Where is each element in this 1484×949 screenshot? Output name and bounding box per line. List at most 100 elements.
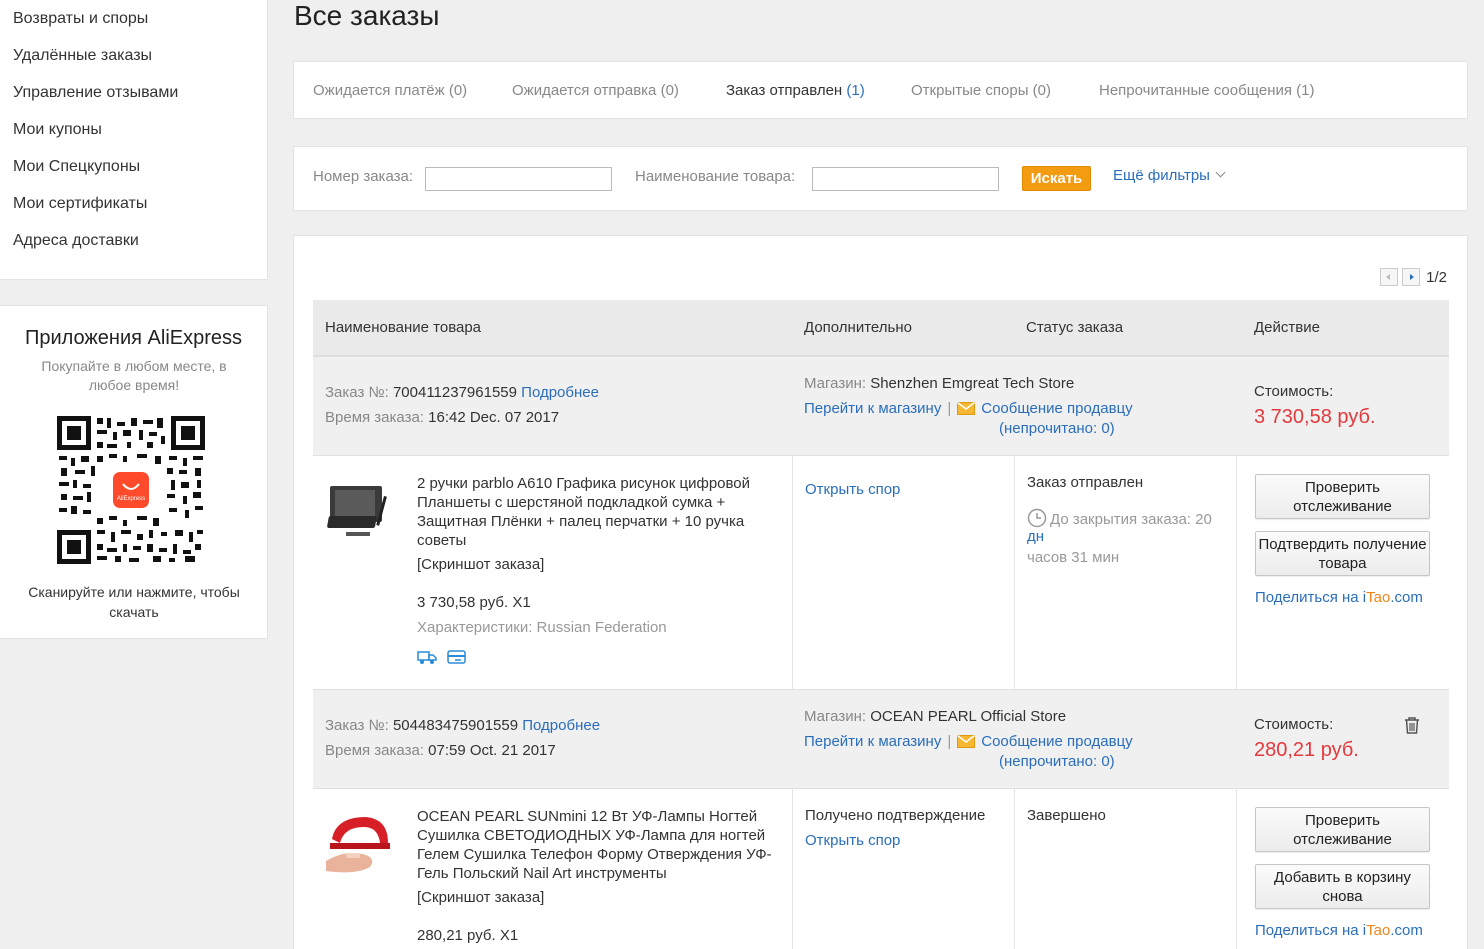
countdown-prefix: До закрытия заказа: 20 — [1050, 511, 1212, 528]
order-number-label: Номер заказа: — [313, 168, 414, 185]
tab-label: Ожидается отправка — [512, 82, 657, 99]
product-specs: Характеристики: Russian Federation — [417, 619, 667, 636]
order-time-label: Время заказа: — [325, 742, 424, 759]
order-number: Заказ №: 700411237961559 Подробнее — [325, 384, 599, 401]
more-filters-link[interactable]: Ещё фильтры — [1113, 167, 1226, 184]
order-time: Время заказа: 16:42 Dec. 07 2017 — [325, 409, 559, 426]
share-itao-link[interactable]: Поделиться на iTao.com — [1255, 589, 1423, 606]
go-to-store-link[interactable]: Перейти к магазину — [804, 400, 941, 417]
sidebar-item-my-certificates[interactable]: Мои сертификаты — [13, 195, 147, 213]
product-name-label: Наименование товара: — [635, 168, 796, 185]
cost-label: Стоимость: — [1254, 383, 1334, 400]
confirm-receipt-button[interactable]: Подтвердить получение товара — [1255, 531, 1430, 576]
tab-label: Заказ отправлен — [726, 82, 843, 99]
trash-icon[interactable] — [1403, 715, 1421, 735]
share-brand-com: .com — [1390, 589, 1423, 606]
search-button[interactable]: Искать — [1022, 166, 1091, 191]
sidebar-item-my-coupons[interactable]: Мои купоны — [13, 121, 102, 139]
message-seller-link[interactable]: Сообщение продавцу — [981, 400, 1132, 417]
tab-awaiting-payment[interactable]: Ожидается платёж (0) — [313, 82, 467, 99]
price-quantity: 280,21 руб. X1 — [417, 927, 519, 944]
sidebar-item-my-special-coupons[interactable]: Мои Спецкупоны — [13, 158, 140, 176]
payment-card-icon — [447, 650, 466, 664]
tab-count: (0) — [448, 82, 468, 99]
order-snapshot-link[interactable]: [Скриншот заказа] — [417, 889, 544, 906]
open-dispute-link[interactable]: Открыть спор — [805, 481, 900, 498]
check-tracking-button[interactable]: Проверить отслеживание — [1255, 807, 1430, 852]
qr-code-icon[interactable]: AliExpress — [57, 416, 205, 564]
order-cost: 3 730,58 руб. — [1254, 406, 1376, 428]
order-number: Заказ №: 504483475901559 Подробнее — [325, 717, 600, 734]
tab-label: Открытые споры — [911, 82, 1029, 99]
tab-unread-messages[interactable]: Непрочитанные сообщения (1) — [1099, 82, 1315, 99]
unread-prefix: (непрочитано: — [999, 753, 1102, 770]
tab-awaiting-shipment[interactable]: Ожидается отправка (0) — [512, 82, 679, 99]
mail-icon — [957, 402, 976, 415]
order-details-link[interactable]: Подробнее — [522, 717, 600, 734]
header-status: Статус заказа — [1026, 319, 1124, 336]
link-separator: | — [947, 400, 952, 417]
app-promo-subtitle: Покупайте в любом месте, в любое время! — [41, 358, 227, 393]
store-info: Магазин: OCEAN PEARL Official Store — [804, 708, 1066, 725]
clock-icon — [1027, 508, 1047, 528]
column-divider — [1236, 789, 1237, 949]
product-name-input[interactable] — [812, 167, 999, 191]
header-action: Действие — [1254, 319, 1320, 336]
product-title[interactable]: 2 ручки parblo A610 Графика рисунок цифр… — [417, 474, 782, 550]
app-scan-text[interactable]: Сканируйте или нажмите, чтобы скачать — [20, 582, 248, 622]
sidebar-item-shipping-addresses[interactable]: Адреса доставки — [13, 232, 139, 250]
order-details-link[interactable]: Подробнее — [521, 384, 599, 401]
countdown-days: дн — [1027, 528, 1045, 545]
app-promo-panel: Приложения AliExpress Покупайте в любом … — [0, 305, 268, 639]
column-divider — [1014, 789, 1015, 949]
unread-count: 0 — [1101, 753, 1110, 770]
store-label: Магазин: — [804, 708, 867, 725]
message-seller-link[interactable]: Сообщение продавцу — [981, 733, 1132, 750]
extra-column: Открыть спор — [805, 832, 900, 849]
column-divider — [1014, 456, 1015, 689]
store-info: Магазин: Shenzhen Emgreat Tech Store — [804, 375, 1074, 392]
share-itao-link[interactable]: Поделиться на iTao.com — [1255, 922, 1423, 939]
table-header: Наименование товара Дополнительно Статус… — [313, 300, 1449, 356]
sidebar-item-manage-reviews[interactable]: Управление отзывами — [13, 84, 178, 102]
check-tracking-button[interactable]: Проверить отслеживание — [1255, 474, 1430, 519]
product-thumbnail[interactable] — [326, 809, 394, 877]
column-divider — [792, 456, 793, 689]
tab-open-disputes[interactable]: Открытые споры (0) — [911, 82, 1051, 99]
open-dispute-link[interactable]: Открыть спор — [805, 832, 900, 849]
tab-count: (0) — [660, 82, 679, 99]
unread-prefix: (непрочитано: — [999, 420, 1102, 437]
countdown-rest: часов 31 мин — [1027, 549, 1120, 566]
add-to-cart-again-button[interactable]: Добавить в корзину снова — [1255, 864, 1430, 909]
orders-panel: 1/2 Наименование товара Дополнительно Ст… — [293, 235, 1468, 949]
tab-order-shipped[interactable]: Заказ отправлен (1) — [726, 82, 865, 99]
tab-count: (0) — [1032, 82, 1051, 99]
price-quantity: 3 730,58 руб. X1 — [417, 594, 531, 611]
sidebar-item-returns-disputes[interactable]: Возвраты и споры — [13, 10, 148, 28]
product-thumbnail[interactable] — [326, 476, 394, 544]
header-product: Наименование товара — [325, 319, 482, 336]
order-header: Заказ №: 700411237961559 Подробнее Время… — [313, 356, 1449, 456]
unread-messages[interactable]: (непрочитано: 0) — [999, 420, 1115, 437]
tab-count: (1) — [846, 82, 865, 99]
unread-suffix: ) — [1109, 753, 1115, 770]
order-number-value: 700411237961559 — [392, 384, 517, 401]
next-page-icon[interactable] — [1402, 268, 1421, 286]
go-to-store-link[interactable]: Перейти к магазину — [804, 733, 941, 750]
order-time-label: Время заказа: — [325, 409, 424, 426]
share-brand-tao: Tao — [1366, 922, 1391, 939]
order-snapshot-link[interactable]: [Скриншот заказа] — [417, 556, 544, 573]
tab-count: (1) — [1296, 82, 1315, 99]
unread-messages[interactable]: (непрочитано: 0) — [999, 753, 1115, 770]
product-title[interactable]: OCEAN PEARL SUNmini 12 Вт УФ-Лампы Ногте… — [417, 807, 782, 883]
order-number-input[interactable] — [425, 167, 612, 191]
tab-label: Непрочитанные сообщения — [1099, 82, 1292, 99]
page-indicator: 1/2 — [1426, 268, 1447, 286]
store-label: Магазин: — [804, 375, 867, 392]
prev-page-icon[interactable] — [1380, 268, 1399, 286]
order-status-tabs: Ожидается платёж (0) Ожидается отправка … — [293, 61, 1468, 119]
tab-label: Ожидается платёж — [313, 82, 445, 99]
share-prefix: Поделиться на — [1255, 589, 1363, 606]
share-brand-com: .com — [1390, 922, 1423, 939]
sidebar-item-deleted-orders[interactable]: Удалённые заказы — [13, 47, 152, 65]
